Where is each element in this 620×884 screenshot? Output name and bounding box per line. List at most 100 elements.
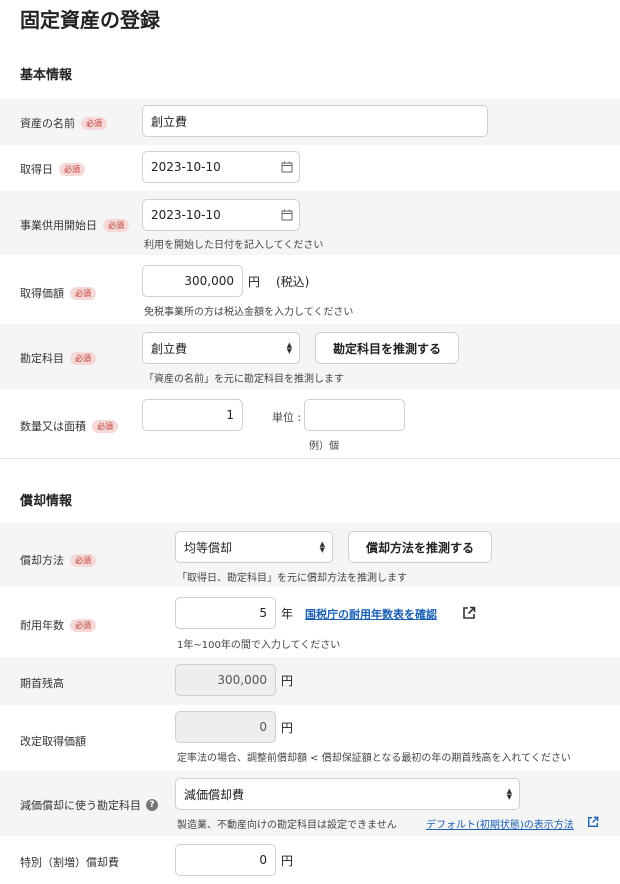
acquired-date-value: 2023-10-10 <box>151 160 221 174</box>
revised-price-unit: 円 <box>281 721 294 735</box>
quantity-label: 数量又は面積 必須 <box>20 418 118 434</box>
default-display-link[interactable]: デフォルト(初期状態)の表示方法 <box>426 816 574 831</box>
opening-balance-label: 期首残高 <box>20 675 64 691</box>
price-input[interactable]: 300,000 <box>142 265 243 297</box>
useful-life-table-link[interactable]: 国税庁の耐用年数表を確認 <box>305 606 437 622</box>
start-date-label-text: 事業供用開始日 <box>20 219 97 232</box>
depr-account-hint: 製造業、不動産向けの勘定科目は設定できません <box>177 820 397 831</box>
special-unit: 円 <box>281 854 294 868</box>
opening-balance-input: 300,000 <box>175 664 276 696</box>
asset-name-input[interactable]: 創立費 <box>142 105 488 137</box>
useful-life-label-text: 耐用年数 <box>20 619 64 632</box>
revised-price-label: 改定取得価額 <box>20 733 86 749</box>
depr-account-select[interactable]: 減価償却費 ▲ ▼ <box>175 778 520 810</box>
start-date-input[interactable]: 2023-10-10 <box>142 199 300 231</box>
asset-name-label: 資産の名前 必須 <box>20 115 107 131</box>
page-title: 固定資産の登録 <box>20 8 160 32</box>
row-acquired-date: 取得日 必須 2023-10-10 <box>0 145 620 191</box>
unit-input[interactable] <box>304 399 405 431</box>
revised-price-value: 0 <box>259 720 267 734</box>
opening-balance-unit: 円 <box>281 674 294 688</box>
guess-method-button[interactable]: 償却方法を推測する <box>348 531 492 563</box>
method-hint: 「取得日、勘定科目」を元に償却方法を推測します <box>177 573 407 584</box>
depr-account-label: 減価償却に使う勘定科目 ? <box>20 797 158 813</box>
acquired-date-label-text: 取得日 <box>20 163 53 176</box>
guess-account-button[interactable]: 勘定科目を推測する <box>315 332 459 364</box>
required-badge: 必須 <box>70 618 96 632</box>
required-badge: 必須 <box>103 218 129 232</box>
row-asset-name: 資産の名前 必須 創立費 <box>0 99 620 145</box>
required-badge: 必須 <box>59 162 85 176</box>
asset-name-value: 創立費 <box>151 114 188 129</box>
depr-account-select-value: 減価償却費 <box>184 787 245 802</box>
section-divider <box>0 458 620 459</box>
required-badge: 必須 <box>70 351 96 365</box>
required-badge: 必須 <box>92 419 118 433</box>
opening-balance-label-text: 期首残高 <box>20 677 64 690</box>
useful-life-hint: 1年~100年の間で入力してください <box>177 640 341 651</box>
method-select[interactable]: 均等償却 ▲ ▼ <box>175 531 333 563</box>
row-useful-life: 耐用年数 必須 5 年 国税庁の耐用年数表を確認 1年~100年の間で入力してく… <box>0 587 620 657</box>
special-label-text: 特別（割増）償却費 <box>20 856 119 869</box>
row-quantity: 数量又は面積 必須 1 単位 : 例）個 <box>0 389 620 457</box>
price-hint: 免税事業所の方は税込金額を入力してください <box>144 307 354 318</box>
unit-label: 単位 : <box>272 411 302 424</box>
special-input[interactable]: 0 <box>175 844 276 876</box>
method-label-text: 償却方法 <box>20 554 64 567</box>
select-arrows-icon: ▲ ▼ <box>506 787 512 801</box>
row-special: 特別（割増）償却費 0 円 <box>0 836 620 884</box>
price-tax-note: (税込) <box>276 275 310 289</box>
external-link-icon[interactable] <box>587 816 599 828</box>
acquired-date-input[interactable]: 2023-10-10 <box>142 151 300 183</box>
price-unit: 円 <box>248 275 261 289</box>
calendar-icon[interactable] <box>281 209 293 221</box>
row-depr-account: 減価償却に使う勘定科目 ? 減価償却費 ▲ ▼ 製造業、不動産向けの勘定科目は設定… <box>0 771 620 836</box>
useful-life-value: 5 <box>259 606 267 620</box>
start-date-value: 2023-10-10 <box>151 208 221 222</box>
row-method: 償却方法 必須 均等償却 ▲ ▼ 償却方法を推測する 「取得日、勘定科目」を元に償… <box>0 522 620 587</box>
required-badge: 必須 <box>70 286 96 300</box>
revised-price-label-text: 改定取得価額 <box>20 735 86 748</box>
select-arrows-icon: ▲ ▼ <box>319 540 325 554</box>
start-date-label: 事業供用開始日 必須 <box>20 217 129 233</box>
quantity-value: 1 <box>226 408 234 422</box>
acquired-date-label: 取得日 必須 <box>20 161 85 177</box>
method-select-value: 均等償却 <box>184 540 233 555</box>
method-label: 償却方法 必須 <box>20 552 96 568</box>
row-price: 取得価額 必須 300,000 円 (税込) 免税事業所の方は税込金額を入力して… <box>0 255 620 324</box>
account-select[interactable]: 創立費 ▲ ▼ <box>142 332 300 364</box>
revised-price-input: 0 <box>175 711 276 743</box>
required-badge: 必須 <box>81 116 107 130</box>
opening-balance-value: 300,000 <box>217 673 267 687</box>
row-start-date: 事業供用開始日 必須 2023-10-10 利用を開始した日付を記入してください <box>0 191 620 255</box>
revised-price-hint: 定率法の場合、調整前償却額 < 償却保証額となる最初の年の期首残高を入れてくださ… <box>177 753 571 764</box>
calendar-icon[interactable] <box>281 161 293 173</box>
section-title-basic: 基本情報 <box>20 68 73 83</box>
price-label: 取得価額 必須 <box>20 285 96 301</box>
external-link-icon[interactable] <box>462 606 476 620</box>
quantity-input[interactable]: 1 <box>142 399 243 431</box>
row-account: 勘定科目 必須 創立費 ▲ ▼ 勘定科目を推測する 「資産の名前」を元に勘定科目を… <box>0 324 620 389</box>
select-arrows-icon: ▲ ▼ <box>286 341 292 355</box>
useful-life-input[interactable]: 5 <box>175 597 276 629</box>
account-hint: 「資産の名前」を元に勘定科目を推測します <box>144 374 344 385</box>
useful-life-label: 耐用年数 必須 <box>20 617 96 633</box>
special-value: 0 <box>259 853 267 867</box>
help-icon[interactable]: ? <box>146 799 158 811</box>
account-label-text: 勘定科目 <box>20 352 64 365</box>
quantity-label-text: 数量又は面積 <box>20 420 86 433</box>
row-revised-price: 改定取得価額 0 円 定率法の場合、調整前償却額 < 償却保証額となる最初の年の… <box>0 705 620 771</box>
depr-account-label-text: 減価償却に使う勘定科目 <box>20 799 141 812</box>
section-title-depreciation: 償却情報 <box>20 494 73 509</box>
special-label: 特別（割増）償却費 <box>20 854 119 870</box>
price-label-text: 取得価額 <box>20 287 64 300</box>
unit-hint: 例）個 <box>309 441 339 452</box>
required-badge: 必須 <box>70 553 96 567</box>
asset-name-label-text: 資産の名前 <box>20 117 75 130</box>
account-select-value: 創立費 <box>151 341 188 356</box>
useful-life-unit: 年 <box>281 607 294 621</box>
account-label: 勘定科目 必須 <box>20 350 96 366</box>
price-value: 300,000 <box>184 274 234 288</box>
row-opening-balance: 期首残高 300,000 円 <box>0 657 620 705</box>
start-date-hint: 利用を開始した日付を記入してください <box>144 240 324 251</box>
